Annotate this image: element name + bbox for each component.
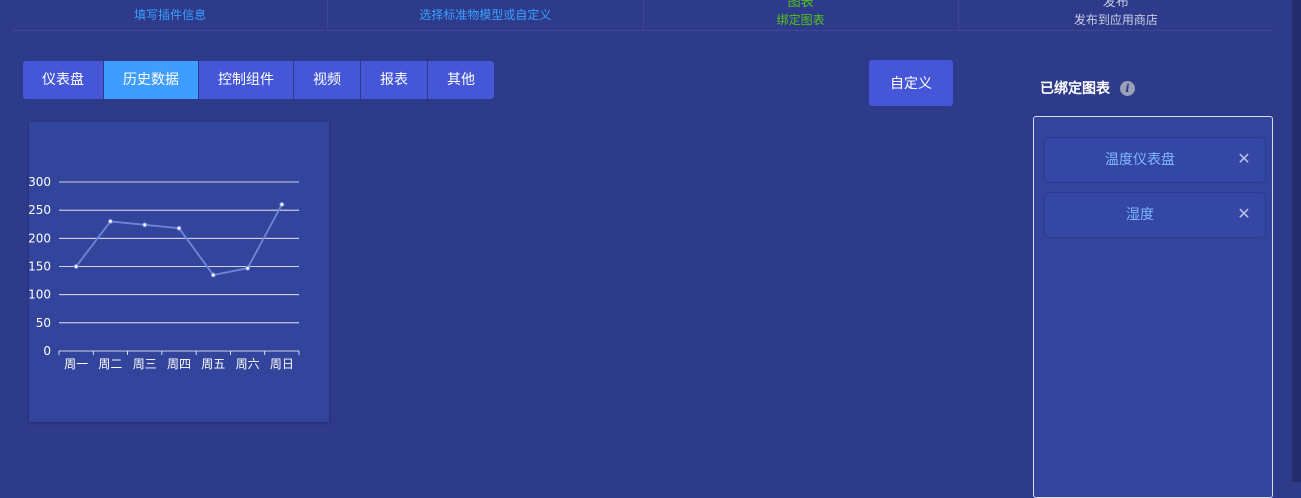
close-icon[interactable]: ✕	[1235, 150, 1253, 168]
bound-chart-name: 湿度	[1126, 207, 1154, 223]
bound-chart-name: 温度仪表盘	[1105, 152, 1175, 168]
close-icon[interactable]: ✕	[1235, 205, 1253, 223]
step-choose-model[interactable]: 选择标准物模型或自定义	[328, 0, 644, 30]
data-point	[279, 202, 285, 208]
tab-other[interactable]: 其他	[428, 61, 494, 99]
tab-dashboard[interactable]: 仪表盘	[23, 61, 103, 99]
x-tick-label: 周三	[133, 357, 157, 371]
custom-button[interactable]: 自定义	[869, 60, 953, 106]
info-icon[interactable]: i	[1120, 80, 1135, 96]
tab-video[interactable]: 视频	[294, 61, 360, 99]
step-label: 发布到应用商店	[1073, 13, 1158, 27]
step-fill-info[interactable]: 填写插件信息	[13, 0, 329, 30]
y-tick-label: 0	[43, 344, 51, 358]
x-tick-label: 周五	[201, 357, 225, 371]
y-tick-label: 50	[36, 316, 51, 330]
series-line	[75, 204, 283, 276]
tab-history-data[interactable]: 历史数据	[104, 61, 198, 99]
data-point	[107, 218, 113, 224]
bound-charts-title: 已绑定图表	[1040, 81, 1110, 97]
tab-report[interactable]: 报表	[361, 61, 427, 99]
y-tick-label: 200	[29, 231, 51, 245]
line-chart: 0 50 100 150 200 250 300 周一 周二 周三 周四 周五 周六 周日	[29, 175, 300, 371]
x-tick-label: 周六	[236, 357, 260, 371]
x-tick-label: 周一	[64, 357, 88, 371]
right-edge-strip	[1292, 0, 1301, 482]
step-label: 选择标准物模型或自定义	[419, 8, 552, 22]
data-point	[73, 264, 79, 269]
x-tick-label: 周二	[98, 357, 122, 371]
y-tick-label: 300	[29, 175, 51, 189]
bound-charts-list: 温度仪表盘 ✕ 湿度 ✕	[1033, 116, 1273, 498]
data-point	[142, 222, 148, 228]
bound-chart-item[interactable]: 温度仪表盘 ✕	[1044, 137, 1266, 183]
y-tick-label: 250	[29, 203, 51, 217]
step-bind-chart[interactable]: 图表 绑定图表	[644, 0, 959, 30]
data-point	[245, 265, 251, 271]
history-line-chart-card[interactable]: 0 50 100 150 200 250 300 周一 周二 周三 周四 周五 周六 周日	[29, 122, 329, 422]
y-tick-label: 150	[29, 260, 51, 274]
steps-bar: 填写插件信息 选择标准物模型或自定义 图表 绑定图表 发布 发布到应用商店	[13, 0, 1273, 31]
step-top-text: 图表	[787, 0, 814, 10]
tab-control-widgets[interactable]: 控制组件	[199, 61, 293, 99]
data-point	[210, 272, 216, 278]
chart-category-tabs: 仪表盘 历史数据 控制组件 视频 报表 其他	[23, 61, 494, 99]
data-point	[176, 225, 182, 231]
step-top-text: 发布	[1102, 0, 1129, 10]
x-tick-label: 周四	[167, 357, 191, 371]
bound-charts-header: 已绑定图表 i	[1040, 78, 1135, 98]
step-publish[interactable]: 发布 发布到应用商店	[959, 0, 1273, 30]
x-tick-label: 周日	[270, 357, 294, 371]
y-tick-label: 100	[29, 288, 51, 302]
step-label: 填写插件信息	[134, 8, 207, 22]
step-label: 绑定图表	[776, 13, 825, 27]
bound-chart-item[interactable]: 湿度 ✕	[1044, 192, 1266, 238]
